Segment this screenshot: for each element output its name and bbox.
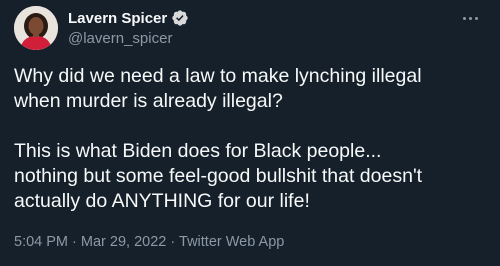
tweet-source[interactable]: Twitter Web App [179,234,284,250]
tweet-paragraph-1: Why did we need a law to make lynching i… [14,64,490,114]
tweet-paragraph-2: This is what Biden does for Black people… [14,139,490,214]
tweet-time[interactable]: 5:04 PM [14,234,68,250]
avatar[interactable] [14,6,58,50]
tweet-line: actually do ANYTHING for our life! [14,190,310,212]
handle[interactable]: @lavern_spicer [68,30,189,47]
tweet-text: Why did we need a law to make lynching i… [14,64,490,214]
tweet-line: Why did we need a law to make lynching i… [14,65,422,87]
more-options-icon[interactable] [458,10,482,26]
display-name-row: Lavern Spicer [68,8,189,28]
tweet-card: Lavern Spicer @lavern_spicer Why did we … [0,0,500,266]
meta-separator: · [170,234,176,250]
tweet-line: when murder is already illegal? [14,90,283,112]
author-names: Lavern Spicer @lavern_spicer [68,8,189,47]
tweet-header: Lavern Spicer @lavern_spicer [14,6,486,54]
tweet-line: nothing but some feel-good bullshit that… [14,165,423,187]
dot [468,16,472,20]
verified-badge-icon [171,9,189,27]
dot [462,16,466,20]
tweet-date[interactable]: Mar 29, 2022 [81,234,166,250]
tweet-meta: 5:04 PM · Mar 29, 2022 · Twitter Web App [14,234,284,250]
display-name[interactable]: Lavern Spicer [68,10,167,27]
avatar-image [14,6,58,50]
dot [474,16,478,20]
meta-separator: · [72,234,77,250]
tweet-line: This is what Biden does for Black people… [14,140,382,162]
